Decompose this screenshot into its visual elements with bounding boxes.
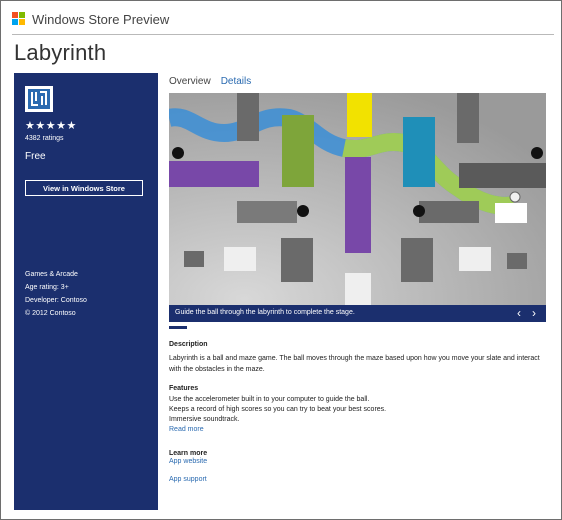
screenshot-caption: Guide the ball through the labyrinth to … — [175, 309, 355, 316]
detail-tabs: Overview Details — [169, 76, 251, 87]
app-website-link[interactable]: App website — [169, 458, 549, 465]
features-heading: Features — [169, 385, 199, 392]
title-bar: Windows Store Preview — [12, 10, 169, 28]
screenshot-page-indicator — [169, 326, 187, 329]
windows-logo-icon — [12, 12, 26, 26]
copyright: © 2012 Contoso — [25, 310, 76, 317]
tab-overview[interactable]: Overview — [169, 76, 211, 87]
chevron-right-icon[interactable]: › — [532, 306, 536, 320]
description-heading: Description — [169, 341, 208, 348]
chevron-left-icon[interactable]: ‹ — [517, 306, 521, 320]
price: Free — [25, 151, 46, 162]
description-text: Labyrinth is a ball and maze game. The b… — [169, 355, 540, 373]
description-section: Description Labyrinth is a ball and maze… — [169, 341, 549, 375]
screenshot-caption-bar: Guide the ball through the labyrinth to … — [169, 305, 546, 322]
app-support-link[interactable]: App support — [169, 476, 549, 483]
feature-item: Keeps a record of high scores so you can… — [169, 406, 387, 413]
game-screenshot[interactable] — [169, 93, 546, 322]
rating-count: 4382 ratings — [25, 135, 64, 142]
window-title: Windows Store Preview — [32, 11, 170, 27]
view-in-store-button[interactable]: View in Windows Store — [25, 180, 143, 196]
app-sidebar: ★★★★★ 4382 ratings Free View in Windows … — [14, 73, 158, 510]
category: Games & Arcade — [25, 271, 78, 278]
title-divider — [12, 34, 554, 35]
app-title: Labyrinth — [14, 40, 107, 65]
app-logo-icon — [25, 86, 53, 112]
feature-item: Immersive soundtrack. — [169, 416, 240, 423]
feature-item: Use the accelerometer built in to your c… — [169, 396, 370, 403]
learn-more-section: Learn more App website App support — [169, 450, 549, 483]
read-more-link[interactable]: Read more — [169, 426, 549, 433]
age-rating: Age rating: 3+ — [25, 284, 69, 291]
features-section: Features Use the accelerometer built in … — [169, 385, 549, 433]
tab-details[interactable]: Details — [221, 76, 252, 87]
learn-more-heading: Learn more — [169, 450, 208, 457]
developer: Developer: Contoso — [25, 297, 87, 304]
rating-stars: ★★★★★ — [25, 120, 77, 132]
